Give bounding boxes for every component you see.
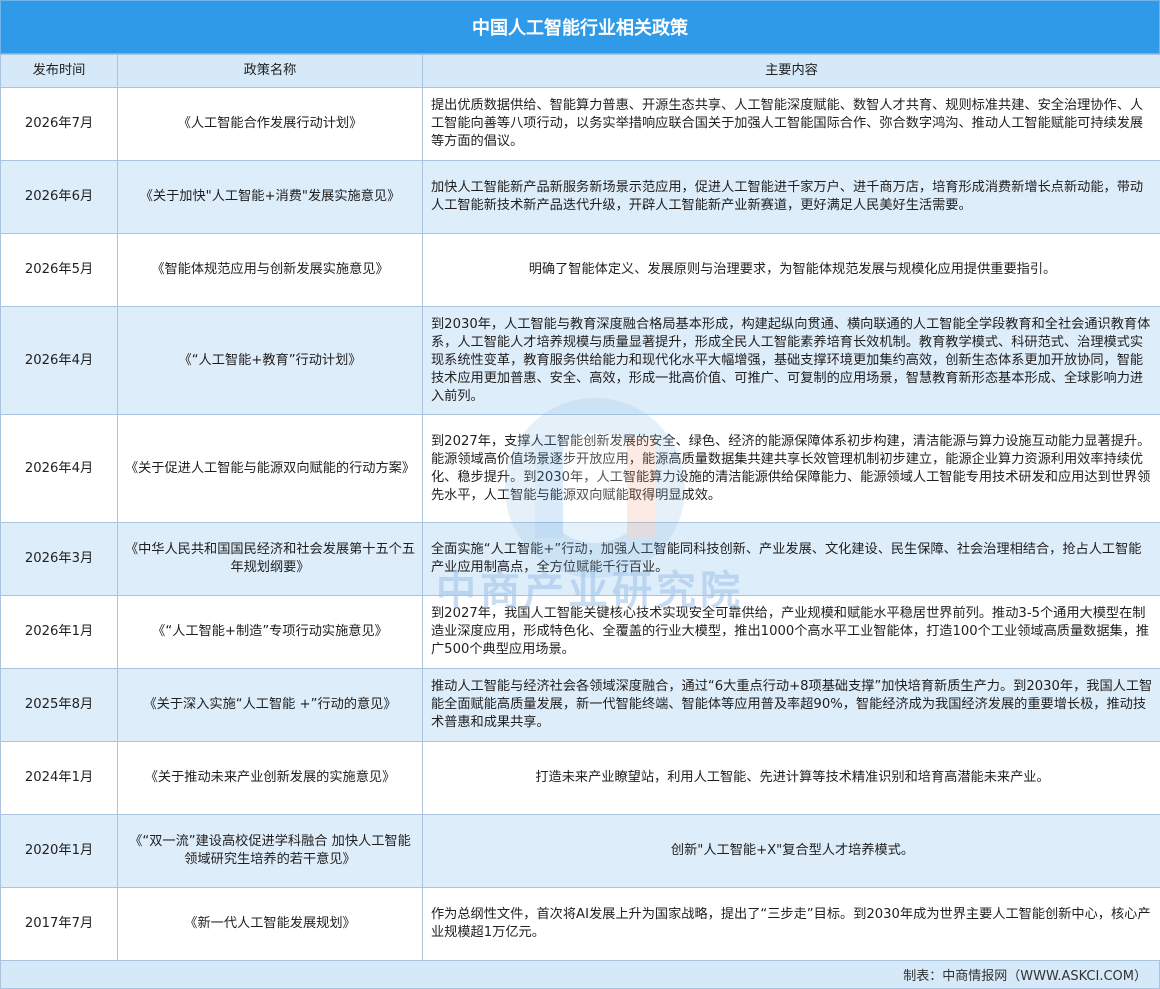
cell-date: 2020年1月 (1, 815, 118, 888)
cell-date: 2025年8月 (1, 669, 118, 742)
table-row: 2017年7月 《新一代人工智能发展规划》 作为总纲性文件，首次将AI发展上升为… (1, 888, 1160, 961)
cell-date: 2026年4月 (1, 415, 118, 523)
cell-date: 2026年7月 (1, 88, 118, 161)
cell-content: 作为总纲性文件，首次将AI发展上升为国家战略，提出了“三步走”目标。到2030年… (423, 888, 1160, 961)
cell-content: 到2027年，支撑人工智能创新发展的安全、绿色、经济的能源保障体系初步构建，清洁… (423, 415, 1160, 523)
header-date: 发布时间 (1, 55, 118, 88)
source-footer: 制表：中商情报网（WWW.ASKCI.COM） (0, 961, 1160, 989)
table-row: 2026年7月 《人工智能合作发展行动计划》 提出优质数据供给、智能算力普惠、开… (1, 88, 1160, 161)
cell-policy-name: 《新一代人工智能发展规划》 (118, 888, 423, 961)
cell-policy-name: 《“人工智能+教育”行动计划》 (118, 307, 423, 415)
cell-content: 明确了智能体定义、发展原则与治理要求，为智能体规范发展与规模化应用提供重要指引。 (423, 234, 1160, 307)
cell-content: 加快人工智能新产品新服务新场景示范应用，促进人工智能进千家万户、进千商万店，培育… (423, 161, 1160, 234)
policy-table: 发布时间 政策名称 主要内容 2026年7月 《人工智能合作发展行动计划》 提出… (0, 54, 1160, 961)
cell-content: 打造未来产业瞭望站，利用人工智能、先进计算等技术精准识别和培育高潜能未来产业。 (423, 742, 1160, 815)
cell-content: 到2030年，人工智能与教育深度融合格局基本形成，构建起纵向贯通、横向联通的人工… (423, 307, 1160, 415)
cell-content: 创新"人工智能+X"复合型人才培养模式。 (423, 815, 1160, 888)
cell-policy-name: 《关于推动未来产业创新发展的实施意见》 (118, 742, 423, 815)
source-credit: 制表：中商情报网（WWW.ASKCI.COM） (903, 965, 1147, 984)
cell-policy-name: 《“双一流”建设高校促进学科融合 加快人工智能领域研究生培养的若干意见》 (118, 815, 423, 888)
cell-policy-name: 《关于加快"人工智能+消费"发展实施意见》 (118, 161, 423, 234)
cell-date: 2026年3月 (1, 523, 118, 596)
cell-policy-name: 《中华人民共和国国民经济和社会发展第十五个五年规划纲要》 (118, 523, 423, 596)
cell-date: 2026年5月 (1, 234, 118, 307)
header-policy-name: 政策名称 (118, 55, 423, 88)
header-content: 主要内容 (423, 55, 1160, 88)
table-row: 2026年1月 《“人工智能+制造”专项行动实施意见》 到2027年，我国人工智… (1, 596, 1160, 669)
cell-content: 到2027年，我国人工智能关键核心技术实现安全可靠供给，产业规模和赋能水平稳居世… (423, 596, 1160, 669)
table-row: 2026年6月 《关于加快"人工智能+消费"发展实施意见》 加快人工智能新产品新… (1, 161, 1160, 234)
table-row: 2024年1月 《关于推动未来产业创新发展的实施意见》 打造未来产业瞭望站，利用… (1, 742, 1160, 815)
cell-date: 2026年6月 (1, 161, 118, 234)
page-title: 中国人工智能行业相关政策 (0, 0, 1160, 54)
cell-date: 2017年7月 (1, 888, 118, 961)
table-row: 2020年1月 《“双一流”建设高校促进学科融合 加快人工智能领域研究生培养的若… (1, 815, 1160, 888)
cell-policy-name: 《智能体规范应用与创新发展实施意见》 (118, 234, 423, 307)
table-row: 2026年3月 《中华人民共和国国民经济和社会发展第十五个五年规划纲要》 全面实… (1, 523, 1160, 596)
cell-date: 2026年1月 (1, 596, 118, 669)
cell-date: 2026年4月 (1, 307, 118, 415)
cell-date: 2024年1月 (1, 742, 118, 815)
table-row: 2026年5月 《智能体规范应用与创新发展实施意见》 明确了智能体定义、发展原则… (1, 234, 1160, 307)
table-row: 2026年4月 《关于促进人工智能与能源双向赋能的行动方案》 到2027年，支撑… (1, 415, 1160, 523)
cell-content: 推动人工智能与经济社会各领域深度融合，通过“6大重点行动+8项基础支撑”加快培育… (423, 669, 1160, 742)
cell-policy-name: 《关于促进人工智能与能源双向赋能的行动方案》 (118, 415, 423, 523)
cell-policy-name: 《人工智能合作发展行动计划》 (118, 88, 423, 161)
table-header-row: 发布时间 政策名称 主要内容 (1, 55, 1160, 88)
table-row: 2026年4月 《“人工智能+教育”行动计划》 到2030年，人工智能与教育深度… (1, 307, 1160, 415)
table-row: 2025年8月 《关于深入实施“人工智能 +”行动的意见》 推动人工智能与经济社… (1, 669, 1160, 742)
cell-policy-name: 《“人工智能+制造”专项行动实施意见》 (118, 596, 423, 669)
cell-policy-name: 《关于深入实施“人工智能 +”行动的意见》 (118, 669, 423, 742)
cell-content: 提出优质数据供给、智能算力普惠、开源生态共享、人工智能深度赋能、数智人才共育、规… (423, 88, 1160, 161)
cell-content: 全面实施“人工智能+”行动，加强人工智能同科技创新、产业发展、文化建设、民生保障… (423, 523, 1160, 596)
